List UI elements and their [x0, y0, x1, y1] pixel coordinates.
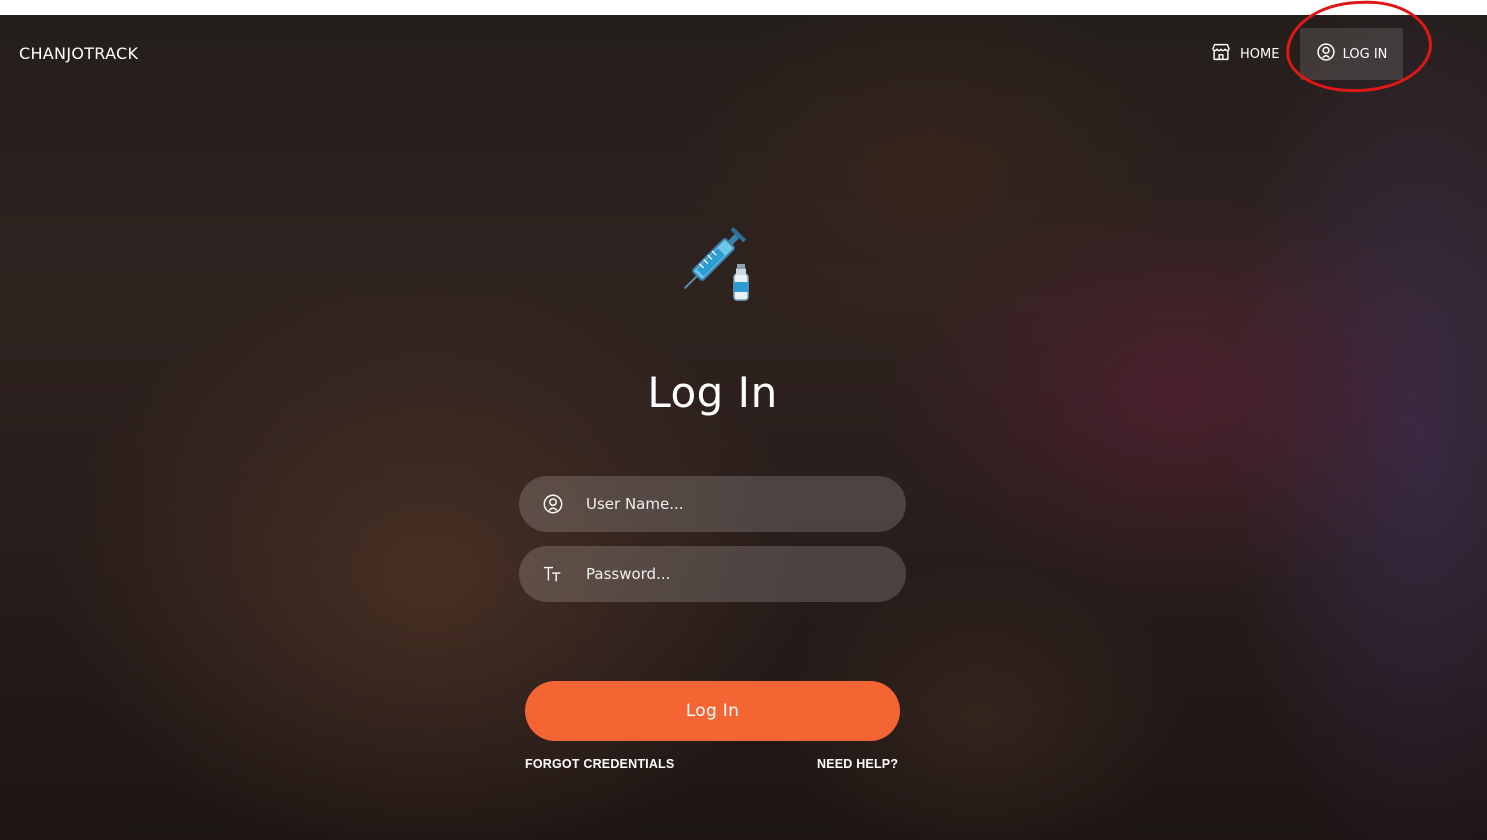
password-input[interactable] [586, 565, 876, 583]
brand-logo-text[interactable]: CHANJOTRACK [19, 44, 138, 63]
top-navbar: CHANJOTRACK HOME LOG IN [0, 15, 1487, 91]
page-title: Log In [647, 368, 778, 417]
user-circle-icon [541, 492, 565, 516]
username-field[interactable] [519, 476, 906, 532]
nav-home-link[interactable]: HOME [1210, 39, 1279, 69]
username-input[interactable] [586, 495, 876, 513]
login-submit-button[interactable]: Log In [525, 681, 900, 741]
forgot-credentials-link[interactable]: FORGOT CREDENTIALS [525, 757, 674, 771]
nav-home-label: HOME [1240, 46, 1280, 62]
text-size-icon [541, 562, 565, 586]
syringe-vaccine-icon [670, 218, 760, 308]
login-panel: Log In Log In FORGOT CREDENTIALS NEED HE… [0, 0, 1487, 840]
password-field[interactable] [519, 546, 906, 602]
need-help-link[interactable]: NEED HELP? [817, 757, 898, 771]
store-icon [1210, 41, 1232, 67]
